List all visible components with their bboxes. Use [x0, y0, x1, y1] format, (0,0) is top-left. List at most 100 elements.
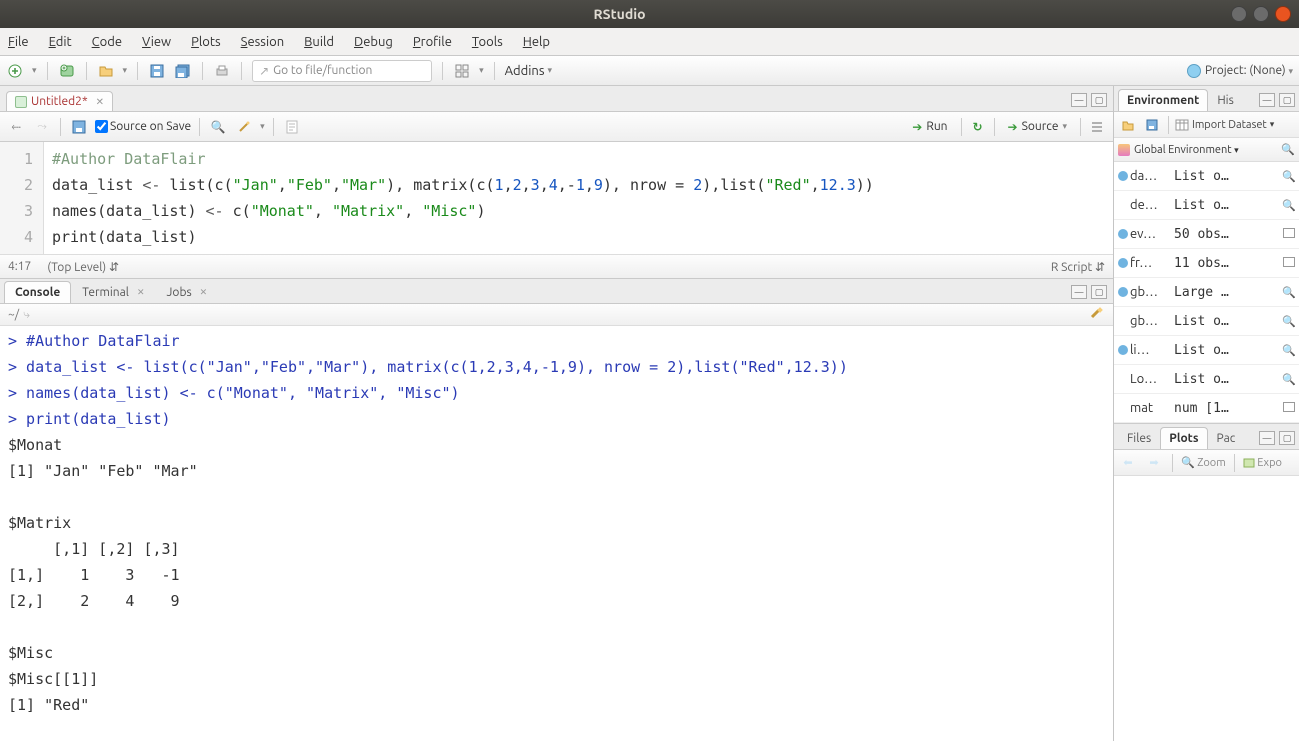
source-on-save-checkbox[interactable]: Source on Save [95, 120, 191, 133]
window-maximize-button[interactable] [1253, 6, 1269, 22]
rscript-doc-icon [15, 96, 27, 108]
project-icon [1187, 64, 1201, 78]
expand-dot-icon[interactable] [1118, 171, 1128, 181]
env-tab-environment[interactable]: Environment [1118, 89, 1208, 111]
project-menu[interactable]: Project: (None) ▾ [1205, 64, 1293, 77]
menu-session[interactable]: Session [241, 35, 284, 49]
env-row[interactable]: gb…Large …🔍 [1114, 278, 1299, 307]
plot-export-button[interactable]: Expo [1243, 457, 1282, 469]
plot-canvas [1114, 476, 1299, 741]
new-file-icon[interactable] [6, 62, 24, 80]
env-row[interactable]: fr…11 obs… [1114, 249, 1299, 278]
menu-build[interactable]: Build [304, 35, 334, 49]
env-max-button[interactable]: ▢ [1279, 93, 1295, 107]
lens-icon: 🔍 [1282, 316, 1296, 328]
env-search-icon[interactable]: 🔍 [1281, 143, 1295, 156]
goto-file-input[interactable]: ↗ Go to file/function [252, 60, 432, 82]
cursor-position: 4:17 [8, 260, 31, 273]
env-scope-selector[interactable]: Global Environment ▾ [1134, 144, 1239, 156]
expand-dot-icon[interactable] [1118, 229, 1128, 239]
env-row[interactable]: ev…50 obs… [1114, 220, 1299, 249]
plots-min-button[interactable]: — [1259, 431, 1275, 445]
save-icon[interactable] [148, 62, 166, 80]
grid-view-icon[interactable] [453, 62, 471, 80]
forward-icon[interactable]: ⤳ [32, 117, 52, 137]
pane-minimize-button[interactable]: — [1071, 93, 1087, 107]
console-min-button[interactable]: — [1071, 285, 1087, 299]
menu-file[interactable]: File [8, 35, 29, 49]
pane-maximize-button[interactable]: ▢ [1091, 93, 1107, 107]
addins-menu[interactable]: Addins ▾ [505, 64, 552, 78]
console-tab-console[interactable]: Console [4, 281, 71, 303]
outline-icon[interactable] [1087, 117, 1107, 137]
clear-console-icon[interactable] [1089, 306, 1105, 323]
lens-icon: 🔍 [1282, 200, 1296, 212]
plot-next-icon[interactable]: ➡ [1144, 453, 1164, 473]
console-output[interactable]: > #Author DataFlair > data_list <- list(… [0, 326, 1113, 741]
plots-tab-pac[interactable]: Pac [1208, 427, 1245, 449]
source-button[interactable]: ➔ Source ▾ [1001, 117, 1074, 137]
environment-table: da…List o…🔍 de…List o…🔍 ev…50 obs… fr…11… [1114, 162, 1299, 423]
scope-selector[interactable]: (Top Level) ⇵ [47, 260, 119, 274]
plot-zoom-button[interactable]: 🔍 Zoom [1181, 456, 1226, 469]
run-button[interactable]: ➔ Run [905, 117, 954, 137]
print-icon[interactable] [213, 62, 231, 80]
plots-tab-plots[interactable]: Plots [1160, 427, 1207, 449]
menu-help[interactable]: Help [523, 35, 550, 49]
filetype-selector[interactable]: R Script ⇵ [1051, 260, 1105, 274]
env-row[interactable]: de…List o…🔍 [1114, 191, 1299, 220]
right-column: EnvironmentHis — ▢ Import Dataset ▾ Global… [1114, 86, 1299, 741]
menu-code[interactable]: Code [92, 35, 122, 49]
table-icon [1283, 257, 1295, 267]
plots-tab-files[interactable]: Files [1118, 427, 1160, 449]
rerun-icon[interactable]: ↻ [968, 117, 988, 137]
load-ws-icon[interactable] [1118, 115, 1138, 135]
plot-prev-icon[interactable]: ⬅ [1118, 453, 1138, 473]
menu-edit[interactable]: Edit [49, 35, 72, 49]
console-max-button[interactable]: ▢ [1091, 285, 1107, 299]
expand-dot-icon[interactable] [1118, 345, 1128, 355]
window-close-button[interactable] [1275, 6, 1291, 22]
plots-toolbar: ⬅ ➡ 🔍 Zoom Expo [1114, 450, 1299, 476]
plots-max-button[interactable]: ▢ [1279, 431, 1295, 445]
path-link-icon[interactable]: ⤷ [23, 308, 30, 322]
open-file-icon[interactable] [97, 62, 115, 80]
save-source-icon[interactable] [69, 117, 89, 137]
menu-view[interactable]: View [142, 35, 171, 49]
env-row[interactable]: gb…List o…🔍 [1114, 307, 1299, 336]
menu-debug[interactable]: Debug [354, 35, 393, 49]
console-path-bar: ~/ ⤷ [0, 304, 1113, 326]
source-tab-untitled2[interactable]: Untitled2* ✕ [6, 91, 113, 111]
code-body[interactable]: #Author DataFlair data_list <- list(c("J… [44, 142, 882, 254]
env-row[interactable]: da…List o…🔍 [1114, 162, 1299, 191]
save-ws-icon[interactable] [1142, 115, 1162, 135]
code-editor[interactable]: 1234 #Author DataFlair data_list <- list… [0, 142, 1113, 254]
report-icon[interactable] [282, 117, 302, 137]
expand-dot-icon[interactable] [1118, 287, 1128, 297]
console-tab-terminal[interactable]: Terminal ✕ [71, 281, 155, 303]
find-icon[interactable]: 🔍 [208, 117, 228, 137]
env-row[interactable]: matnum [1… [1114, 394, 1299, 423]
wand-icon[interactable] [234, 117, 254, 137]
menu-profile[interactable]: Profile [413, 35, 452, 49]
window-minimize-button[interactable] [1231, 6, 1247, 22]
env-tab-his[interactable]: His [1208, 89, 1243, 111]
menu-plots[interactable]: Plots [191, 35, 221, 49]
import-dataset-button[interactable]: Import Dataset ▾ [1175, 119, 1274, 131]
save-all-icon[interactable] [174, 62, 192, 80]
env-row[interactable]: Lo…List o…🔍 [1114, 365, 1299, 394]
back-icon[interactable]: ⬸ [6, 117, 26, 137]
line-gutter: 1234 [0, 142, 44, 254]
plots-tabstrip: FilesPlotsPac — ▢ [1114, 424, 1299, 450]
close-tab-icon[interactable]: ✕ [92, 96, 104, 108]
new-project-icon[interactable] [58, 62, 76, 80]
goto-placeholder: Go to file/function [273, 64, 372, 77]
source-toolbar: ⬸ ⤳ Source on Save 🔍 ▾ ➔ Run [0, 112, 1113, 142]
console-tab-jobs[interactable]: Jobs ✕ [156, 281, 219, 303]
expand-dot-icon[interactable] [1118, 258, 1128, 268]
menu-tools[interactable]: Tools [472, 35, 503, 49]
env-row[interactable]: li…List o…🔍 [1114, 336, 1299, 365]
env-min-button[interactable]: — [1259, 93, 1275, 107]
lens-icon: 🔍 [1282, 287, 1296, 299]
source-status-bar: 4:17 (Top Level) ⇵ R Script ⇵ [0, 254, 1113, 278]
